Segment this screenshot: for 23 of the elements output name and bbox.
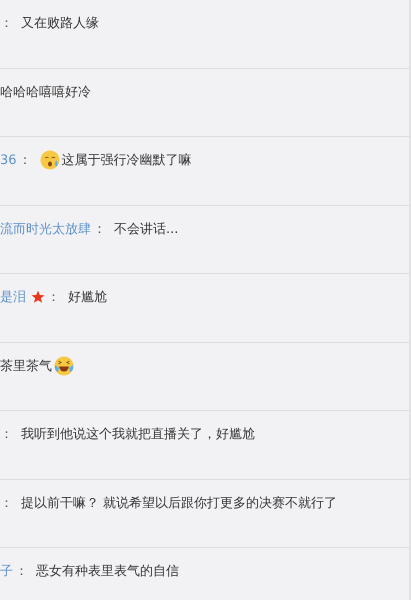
comment-text: 我听到他说这个我就把直播关了，好尴尬	[21, 426, 255, 443]
colon-separator: ：	[0, 15, 13, 32]
comment-text: 提以前干嘛？ 就说希望以后跟你打更多的决赛不就行了	[21, 494, 338, 512]
star-icon	[31, 290, 45, 304]
comment-text: 好尴尬	[68, 289, 107, 306]
colon-separator: ：	[47, 289, 60, 306]
comment-text: 恶女有种表里表气的自信	[36, 563, 179, 580]
colon-separator: ：	[18, 152, 32, 169]
comment-text: 哈哈哈嘻嘻好冷	[0, 84, 91, 100]
colon-separator: ：	[0, 426, 13, 443]
crying-face-icon	[40, 150, 60, 170]
colon-separator: ：	[15, 563, 28, 580]
username[interactable]: 子	[0, 562, 13, 580]
comment-text: 茶里茶气	[0, 358, 52, 374]
laughing-tears-icon	[54, 356, 74, 376]
username[interactable]: 36	[0, 152, 17, 168]
username[interactable]: 流而时光太放肆	[0, 220, 91, 238]
comment-text: 不会讲话...	[114, 220, 178, 238]
comment-text: 这属于强行冷幽默了嘛	[62, 152, 192, 169]
colon-separator: ：	[93, 220, 106, 238]
username[interactable]: 是泪	[0, 288, 26, 306]
colon-separator: ：	[0, 494, 13, 512]
comment-text: 又在败路人缘	[21, 15, 99, 32]
